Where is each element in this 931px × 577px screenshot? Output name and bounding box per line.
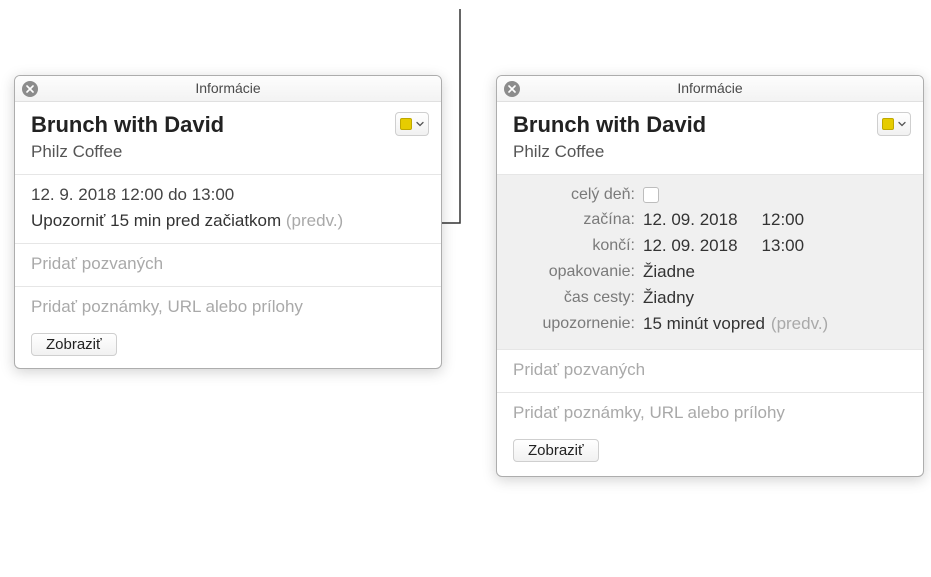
end-date-value[interactable]: 12. 09. 2018 — [643, 236, 738, 256]
chevron-down-icon — [416, 120, 424, 128]
invitees-section[interactable]: Pridať pozvaných — [15, 244, 441, 287]
start-date-value[interactable]: 12. 09. 2018 — [643, 210, 738, 230]
close-button[interactable] — [504, 81, 520, 97]
event-header: Brunch with David Philz Coffee — [497, 102, 923, 175]
notes-section: Pridať poznámky, URL alebo prílohy Zobra… — [15, 287, 441, 368]
travel-row: čas cesty: Žiadny — [513, 285, 907, 311]
show-button[interactable]: Zobraziť — [31, 333, 117, 356]
notes-section: Pridať poznámky, URL alebo prílohy Zobra… — [497, 393, 923, 476]
invitees-section[interactable]: Pridať pozvaných — [497, 350, 923, 393]
ends-label: končí: — [513, 237, 643, 255]
invitees-placeholder: Pridať pozvaných — [31, 254, 163, 273]
repeat-value[interactable]: Žiadne — [643, 262, 695, 282]
alert-row: upozornenie: 15 minút vopred (predv.) — [513, 311, 907, 337]
close-button[interactable] — [22, 81, 38, 97]
all-day-checkbox[interactable] — [643, 187, 659, 203]
notes-placeholder[interactable]: Pridať poznámky, URL alebo prílohy — [31, 297, 425, 317]
connector-line — [442, 9, 498, 225]
repeat-label: opakovanie: — [513, 263, 643, 281]
starts-row: začína: 12. 09. 2018 12:00 — [513, 207, 907, 233]
close-icon — [26, 85, 34, 93]
window-title: Informácie — [677, 80, 742, 96]
event-location[interactable]: Philz Coffee — [31, 142, 425, 162]
close-icon — [508, 85, 516, 93]
notes-placeholder[interactable]: Pridať poznámky, URL alebo prílohy — [513, 403, 907, 423]
ends-row: končí: 12. 09. 2018 13:00 — [513, 233, 907, 259]
event-info-panel-collapsed: Informácie Brunch with David Philz Coffe… — [14, 75, 442, 369]
calendar-picker[interactable] — [395, 112, 429, 136]
titlebar: Informácie — [15, 76, 441, 102]
window-title: Informácie — [195, 80, 260, 96]
alert-default-marker: (predv.) — [286, 211, 343, 230]
alert-summary-text: Upozorniť 15 min pred začiatkom — [31, 211, 286, 230]
datetime-summary-section[interactable]: 12. 9. 2018 12:00 do 13:00 Upozorniť 15 … — [15, 175, 441, 244]
show-button[interactable]: Zobraziť — [513, 439, 599, 462]
end-time-value[interactable]: 13:00 — [762, 236, 805, 256]
travel-value[interactable]: Žiadny — [643, 288, 694, 308]
starts-label: začína: — [513, 211, 643, 229]
datetime-summary: 12. 9. 2018 12:00 do 13:00 — [31, 185, 425, 205]
alert-label: upozornenie: — [513, 315, 643, 333]
event-title[interactable]: Brunch with David — [31, 112, 425, 138]
titlebar: Informácie — [497, 76, 923, 102]
chevron-down-icon — [898, 120, 906, 128]
calendar-color-swatch — [400, 118, 412, 130]
start-time-value[interactable]: 12:00 — [762, 210, 805, 230]
all-day-row: celý deň: — [513, 183, 907, 207]
alert-value[interactable]: 15 minút vopred — [643, 314, 765, 334]
event-title[interactable]: Brunch with David — [513, 112, 907, 138]
calendar-color-swatch — [882, 118, 894, 130]
event-header: Brunch with David Philz Coffee — [15, 102, 441, 175]
event-info-panel-expanded: Informácie Brunch with David Philz Coffe… — [496, 75, 924, 477]
calendar-picker[interactable] — [877, 112, 911, 136]
invitees-placeholder: Pridať pozvaných — [513, 360, 645, 379]
all-day-label: celý deň: — [513, 186, 643, 204]
travel-label: čas cesty: — [513, 289, 643, 307]
repeat-row: opakovanie: Žiadne — [513, 259, 907, 285]
event-location[interactable]: Philz Coffee — [513, 142, 907, 162]
alert-default-marker: (predv.) — [771, 314, 828, 334]
event-details-section: celý deň: začína: 12. 09. 2018 12:00 kon… — [497, 175, 923, 350]
alert-summary: Upozorniť 15 min pred začiatkom (predv.) — [31, 211, 425, 231]
